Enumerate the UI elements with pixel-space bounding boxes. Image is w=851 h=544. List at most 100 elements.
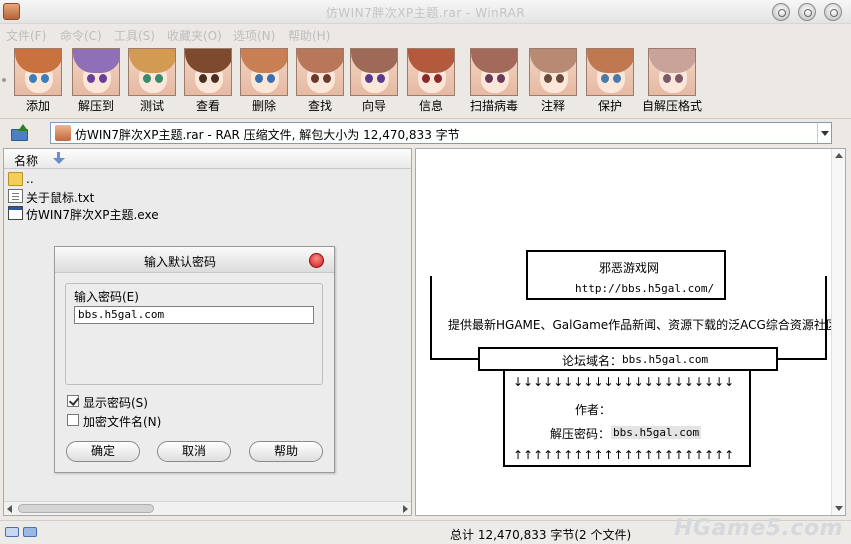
file-row-exe[interactable]: 仿WIN7胖次XP主题.exe: [6, 205, 406, 222]
column-header-name[interactable]: 名称: [14, 152, 38, 169]
toolbar-label: 添加: [25, 99, 50, 113]
address-dropdown-button[interactable]: [817, 123, 831, 143]
ok-button[interactable]: 确定: [66, 441, 140, 462]
scroll-down-icon[interactable]: [835, 506, 843, 511]
checkbox-unchecked[interactable]: [67, 414, 79, 426]
list-header: 名称: [4, 149, 411, 169]
site-box-front: 邪恶游戏网 http://bbs.h5gal.com/: [526, 250, 726, 300]
test-icon: [128, 48, 176, 96]
protect-icon: [586, 48, 634, 96]
file-row-parent[interactable]: ..: [6, 171, 406, 188]
address-field[interactable]: 仿WIN7胖次XP主题.rar - RAR 压缩文件, 解包大小为 12,470…: [50, 122, 832, 144]
toolbar-button-6[interactable]: 向导: [346, 48, 402, 114]
close-button[interactable]: [824, 3, 842, 21]
menu-file[interactable]: 文件(F): [6, 27, 46, 44]
toolbar-button-1[interactable]: 解压到: [68, 48, 124, 114]
address-bar: 仿WIN7胖次XP主题.rar - RAR 压缩文件, 解包大小为 12,470…: [0, 118, 851, 146]
toolbar-button-2[interactable]: 测试: [124, 48, 180, 114]
sort-down-icon: [52, 152, 66, 166]
forum-domain: bbs.h5gal.com: [622, 353, 709, 366]
toolbar-label: 扫描病毒: [469, 99, 518, 113]
forum-domain-label: 论坛域名：: [562, 354, 623, 368]
toolbar-button-11[interactable]: 自解压格式: [639, 48, 705, 114]
site-url-front: http://bbs.h5gal.com/: [575, 282, 715, 295]
toolbar-label: 保护: [597, 99, 622, 113]
toolbar-label: 测试: [139, 99, 164, 113]
scroll-right-icon[interactable]: [403, 505, 408, 513]
extract-password: bbs.h5gal.com: [611, 426, 702, 439]
text-file-icon: [8, 189, 23, 203]
scroll-left-icon[interactable]: [7, 505, 12, 513]
checkbox-checked[interactable]: [67, 395, 79, 407]
encrypt-filenames-label: 加密文件名(N): [83, 415, 162, 429]
menu-bar: 文件(F) 命令(C) 工具(S) 收藏夹(O) 选项(N) 帮助(H): [0, 24, 851, 44]
menu-options[interactable]: 选项(N): [233, 27, 275, 44]
toolbar-label: 自解压格式: [641, 99, 702, 113]
virus-scan-icon: [470, 48, 518, 96]
arrows-up: ↑↑↑↑↑↑↑↑↑↑↑↑↑↑↑↑↑↑↑↑↑↑: [513, 448, 735, 462]
toolbar-label: 删除: [251, 99, 276, 113]
comment-icon: [529, 48, 577, 96]
file-name: ..: [26, 172, 34, 186]
title-bar: 仿WIN7胖次XP主题.rar - WinRAR: [0, 0, 851, 24]
up-one-level-button[interactable]: [10, 124, 30, 142]
status-bar: 总计 12,470,833 字节(2 个文件) HGame5.com: [0, 516, 851, 544]
menu-help[interactable]: 帮助(H): [288, 27, 330, 44]
toolbar-button-3[interactable]: 查看: [180, 48, 236, 114]
encrypt-filenames-checkbox[interactable]: 加密文件名(N): [67, 412, 247, 429]
view-icon: [184, 48, 232, 96]
toolbar-label: 注释: [540, 99, 565, 113]
toolbar-label: 查看: [195, 99, 220, 113]
toolbar-button-10[interactable]: 保护: [582, 48, 638, 114]
arrows-down: ↓↓↓↓↓↓↓↓↓↓↓↓↓↓↓↓↓↓↓↓↓↓: [513, 375, 735, 389]
exe-file-icon: [8, 206, 23, 220]
help-button[interactable]: 帮助: [249, 441, 323, 462]
drive-icon[interactable]: [5, 527, 19, 537]
toolbar: 添加 解压到 测试 查看 删除 查找 向导 信息 扫描病毒 注释 保护 自解压格式: [0, 44, 851, 116]
dialog-close-button[interactable]: [309, 253, 324, 268]
menu-commands[interactable]: 命令(C): [60, 27, 102, 44]
find-icon: [296, 48, 344, 96]
comment-pane: 邪恶游戏网 http://bbs.h5gal.com/ 提供最新HGAME、Ga…: [415, 148, 846, 516]
password-input[interactable]: bbs.h5gal.com: [74, 306, 314, 324]
scroll-up-icon[interactable]: [835, 153, 843, 158]
menu-tools[interactable]: 工具(S): [114, 27, 155, 44]
toolbar-grip[interactable]: [2, 78, 6, 82]
folder-icon: [8, 172, 23, 186]
toolbar-button-0[interactable]: 添加: [10, 48, 66, 114]
show-password-label: 显示密码(S): [83, 396, 148, 410]
delete-icon: [240, 48, 288, 96]
password-label: 输入密码(E): [74, 290, 139, 304]
maximize-button[interactable]: [798, 3, 816, 21]
minimize-button[interactable]: [772, 3, 790, 21]
toolbar-button-4[interactable]: 删除: [236, 48, 292, 114]
password-dialog: 输入默认密码 输入密码(E) bbs.h5gal.com 显示密码(S) 加密文…: [54, 246, 335, 473]
add-icon: [14, 48, 62, 96]
toolbar-label: 解压到: [77, 99, 114, 113]
info-icon: [407, 48, 455, 96]
vertical-scrollbar[interactable]: [831, 149, 845, 515]
dialog-title-bar[interactable]: 输入默认密码: [55, 247, 334, 273]
sfx-icon: [648, 48, 696, 96]
menu-favorites[interactable]: 收藏夹(O): [167, 27, 222, 44]
wizard-icon: [350, 48, 398, 96]
toolbar-button-5[interactable]: 查找: [292, 48, 348, 114]
toolbar-label: 查找: [307, 99, 332, 113]
show-password-checkbox[interactable]: 显示密码(S): [67, 393, 247, 410]
toolbar-label: 信息: [418, 99, 443, 113]
file-row-txt[interactable]: 关于鼠标.txt: [6, 188, 406, 205]
toolbar-button-7[interactable]: 信息: [403, 48, 459, 114]
dialog-title: 输入默认密码: [143, 255, 216, 269]
toolbar-label: 向导: [361, 99, 386, 113]
cancel-button[interactable]: 取消: [157, 441, 231, 462]
scroll-thumb[interactable]: [18, 504, 154, 513]
author-label: 作者：: [575, 403, 612, 417]
status-total: 总计 12,470,833 字节(2 个文件): [450, 528, 632, 542]
toolbar-button-9[interactable]: 注释: [525, 48, 581, 114]
site-description: 提供最新HGAME、GalGame作品新闻、资源下载的泛ACG综合资源社区.: [448, 318, 842, 332]
key-icon[interactable]: [23, 527, 37, 537]
toolbar-button-8[interactable]: 扫描病毒: [461, 48, 527, 114]
rar-archive-icon: [55, 125, 71, 141]
site-name-front: 邪恶游戏网: [599, 261, 660, 275]
horizontal-scrollbar[interactable]: [4, 501, 411, 515]
